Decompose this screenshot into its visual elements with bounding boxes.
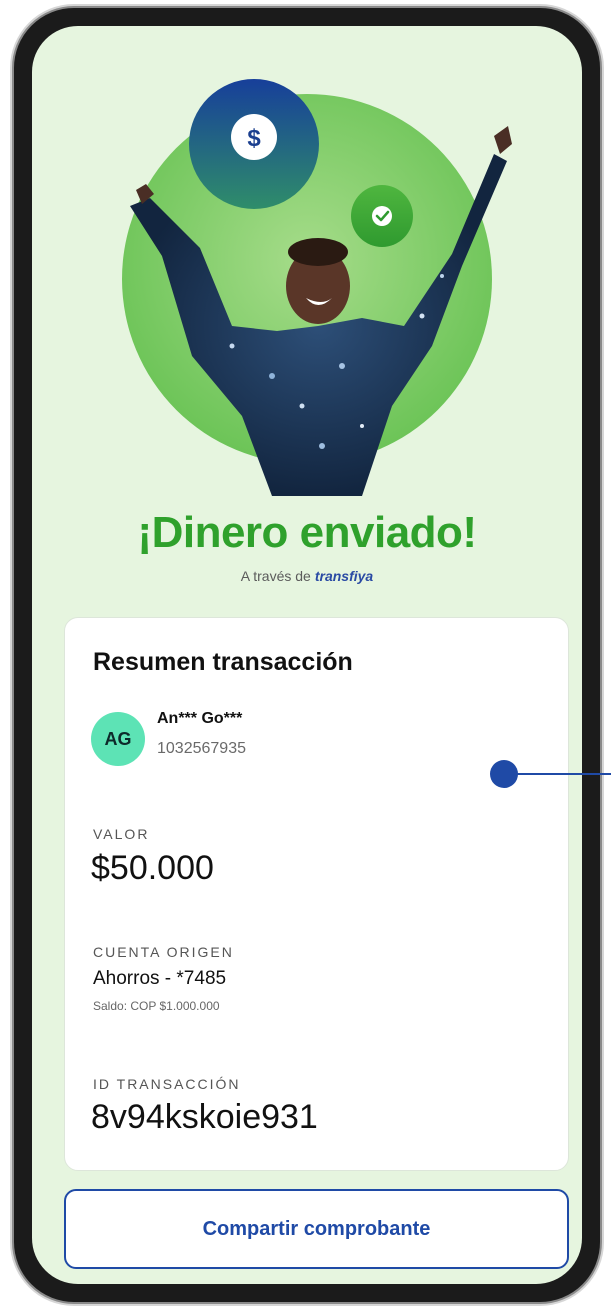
- value-label: VALOR: [93, 826, 150, 842]
- value-amount: $50.000: [91, 849, 214, 887]
- transaction-summary-card: Resumen transacción AG An*** Go*** 10325…: [64, 617, 569, 1171]
- phone-frame: $ ¡Dinero enviado! A través de transfiya …: [12, 6, 602, 1304]
- summary-title: Resumen transacción: [93, 648, 353, 676]
- recipient-name: An*** Go***: [157, 710, 243, 727]
- share-receipt-label: Compartir comprobante: [202, 1217, 431, 1240]
- app-screen: $ ¡Dinero enviado! A través de transfiya …: [32, 26, 582, 1284]
- origin-balance: Saldo: COP $1.000.000: [93, 999, 220, 1013]
- dollar-icon: $: [247, 125, 261, 152]
- recipient-id: 1032567935: [157, 740, 246, 757]
- coin-badge: $: [189, 79, 319, 209]
- success-title: ¡Dinero enviado!: [137, 508, 477, 557]
- provider-line: A través de transfiya: [32, 568, 582, 584]
- share-receipt-button[interactable]: Compartir comprobante: [64, 1189, 569, 1269]
- recipient-avatar: AG: [91, 712, 145, 766]
- transfiya-logo: transfiya: [314, 568, 374, 584]
- check-badge: [351, 185, 413, 247]
- provider-prefix: A través de: [240, 568, 311, 584]
- avatar-initials: AG: [104, 728, 132, 749]
- origin-account-label: CUENTA ORIGEN: [93, 944, 234, 960]
- origin-account: Ahorros - *7485: [93, 968, 227, 989]
- transaction-id: 8v94kskoie931: [91, 1098, 318, 1136]
- hero-illustration: $: [122, 79, 512, 496]
- transaction-id-label: ID TRANSACCIÓN: [93, 1076, 241, 1092]
- annotation-dot-icon: [490, 760, 518, 788]
- annotation-pointer: [490, 760, 611, 788]
